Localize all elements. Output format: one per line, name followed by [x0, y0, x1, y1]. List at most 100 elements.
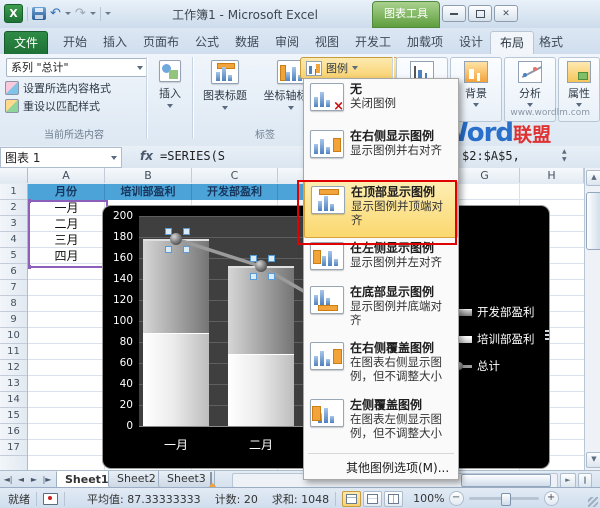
vertical-scrollbar-thumb[interactable] [586, 192, 600, 250]
undo-dropdown-icon[interactable] [65, 12, 71, 15]
menu-item-legend-none[interactable]: × 无关闭图例 [304, 79, 458, 126]
normal-view-button[interactable] [342, 491, 361, 507]
cell-a1[interactable]: 月份 [28, 184, 105, 200]
tab-insert[interactable]: 插入 [94, 31, 136, 54]
row-header-11[interactable]: 11 [0, 344, 27, 360]
chevron-down-icon [167, 104, 173, 108]
menu-item-legend-bottom[interactable]: 在底部显示图例显示图例并底端对齐 [304, 282, 458, 338]
chart-resize-handle[interactable] [545, 330, 549, 344]
qat-customize-button[interactable] [105, 12, 111, 15]
tab-pagelayout[interactable]: 页面布 [134, 31, 188, 54]
page-layout-view-button[interactable] [363, 491, 382, 507]
tab-file[interactable]: 文件 [4, 31, 48, 56]
row-header-9[interactable]: 9 [0, 312, 27, 328]
column-header-g[interactable]: G [450, 168, 520, 183]
row-header-4[interactable]: 4 [0, 232, 27, 248]
selection-handle [165, 228, 172, 235]
tab-developer[interactable]: 开发工 [346, 31, 400, 54]
zoom-slider-thumb[interactable] [501, 493, 511, 506]
last-sheet-button[interactable]: |► [41, 473, 53, 486]
row-header-14[interactable]: 14 [0, 392, 27, 408]
column-header-h[interactable]: H [520, 168, 584, 183]
insert-button[interactable]: 插入 [150, 57, 190, 108]
tab-split-handle[interactable]: ‖ [578, 473, 592, 488]
formula-text-left[interactable]: =SERIES(S [160, 149, 225, 163]
menu-item-legend-overlay-right[interactable]: 在右侧覆盖图例在图表右侧显示图例，但不调整大小 [304, 338, 458, 395]
row-header-2[interactable]: 2 [0, 200, 27, 216]
row-header-12[interactable]: 12 [0, 360, 27, 376]
first-sheet-button[interactable]: ◄| [2, 473, 14, 486]
row-header-13[interactable]: 13 [0, 376, 27, 392]
row-header-1[interactable]: 1 [0, 184, 27, 200]
tab-layout[interactable]: 布局 [490, 31, 534, 55]
chart-element-selector[interactable]: 系列 "总计" [6, 58, 148, 77]
selection-handle [250, 273, 257, 280]
row-header-3[interactable]: 3 [0, 216, 27, 232]
macro-record-icon[interactable] [43, 493, 58, 505]
restore-button[interactable] [468, 5, 492, 22]
prev-sheet-button[interactable]: ◄ [15, 473, 27, 486]
row-header-16[interactable]: 16 [0, 424, 27, 440]
sheet-tab-3[interactable]: Sheet3 [158, 471, 215, 488]
tab-formulas[interactable]: 公式 [186, 31, 228, 54]
page-break-view-button[interactable] [384, 491, 403, 507]
formula-text-right[interactable]: $2:$A$5, [462, 149, 520, 163]
chart-legend-item[interactable]: 开发部盈利 [455, 304, 535, 320]
row-header-15[interactable]: 15 [0, 408, 27, 424]
column-header-a[interactable]: A [28, 168, 105, 183]
select-all-corner[interactable] [0, 168, 28, 183]
row-header-5[interactable]: 5 [0, 248, 27, 264]
menu-item-legend-overlay-left[interactable]: 左侧覆盖图例在图表左侧显示图例，但不调整大小 [304, 395, 458, 451]
legend-button[interactable]: 图例 [300, 57, 398, 79]
save-button[interactable] [32, 7, 46, 20]
scroll-down-button[interactable]: ▼ [586, 452, 600, 468]
tab-home[interactable]: 开始 [54, 31, 96, 54]
menu-item-desc: 在图表右侧显示图例，但不调整大小 [350, 356, 452, 384]
tab-design[interactable]: 设计 [450, 31, 492, 54]
scroll-up-button[interactable]: ▲ [586, 170, 600, 186]
zoom-slider[interactable] [469, 497, 539, 500]
sheet-tab-2[interactable]: Sheet2 [108, 471, 165, 488]
close-button[interactable]: ✕ [494, 5, 518, 22]
tab-view[interactable]: 视图 [306, 31, 348, 54]
chart-legend-item[interactable]: 总计 [455, 358, 500, 374]
row-header-10[interactable]: 10 [0, 328, 27, 344]
vertical-scrollbar[interactable]: ▲ ▼ [584, 168, 600, 470]
category-range-highlight [28, 200, 108, 268]
menu-item-more-legend-options[interactable]: 其他图例选项(M)... [304, 456, 458, 479]
zoom-out-button[interactable]: − [449, 491, 464, 506]
redo-button[interactable]: ↷ [75, 7, 86, 20]
column-header-b[interactable]: B [105, 168, 192, 183]
separator [36, 492, 37, 506]
next-sheet-button[interactable]: ► [28, 473, 40, 486]
row-header-17[interactable]: 17 [0, 440, 27, 456]
chart-legend-item[interactable]: 培训部盈利 [455, 331, 535, 347]
redo-dropdown-icon[interactable] [90, 12, 96, 15]
chart-title-button[interactable]: 图表标题 [196, 57, 254, 110]
column-header-c[interactable]: C [192, 168, 278, 183]
zoom-in-button[interactable]: + [544, 491, 559, 506]
row-header-7[interactable]: 7 [0, 280, 27, 296]
insert-worksheet-tab[interactable] [210, 473, 228, 486]
cell-c1[interactable]: 开发部盈利 [192, 184, 278, 200]
menu-item-legend-right[interactable]: 在右侧显示图例显示图例并右对齐 [304, 126, 458, 181]
format-selection-button[interactable]: 设置所选内容格式 [5, 80, 111, 96]
menu-item-legend-top[interactable]: 在顶部显示图例显示图例并顶端对齐 [304, 181, 458, 238]
row-header-8[interactable]: 8 [0, 296, 27, 312]
reset-style-button[interactable]: 重设以匹配样式 [5, 98, 100, 114]
formula-bar-stepper[interactable]: ▲▼ [562, 148, 567, 163]
horizontal-scrollbar-thumb[interactable] [461, 474, 551, 487]
chevron-down-icon [352, 66, 358, 70]
menu-item-legend-left[interactable]: 在左侧显示图例显示图例并左对齐 [304, 238, 458, 282]
tab-data[interactable]: 数据 [226, 31, 268, 54]
row-header-6[interactable]: 6 [0, 264, 27, 280]
name-box[interactable]: 图表 1 [0, 147, 122, 168]
tab-format[interactable]: 格式 [530, 31, 572, 54]
cell-b1[interactable]: 培训部盈利 [105, 184, 192, 200]
tab-review[interactable]: 审阅 [266, 31, 308, 54]
fx-icon[interactable]: fx [140, 149, 153, 163]
scroll-right-button[interactable]: ► [560, 473, 576, 488]
undo-button[interactable]: ↶ [50, 7, 61, 20]
minimize-button[interactable] [442, 5, 466, 22]
tab-addins[interactable]: 加载项 [398, 31, 452, 54]
